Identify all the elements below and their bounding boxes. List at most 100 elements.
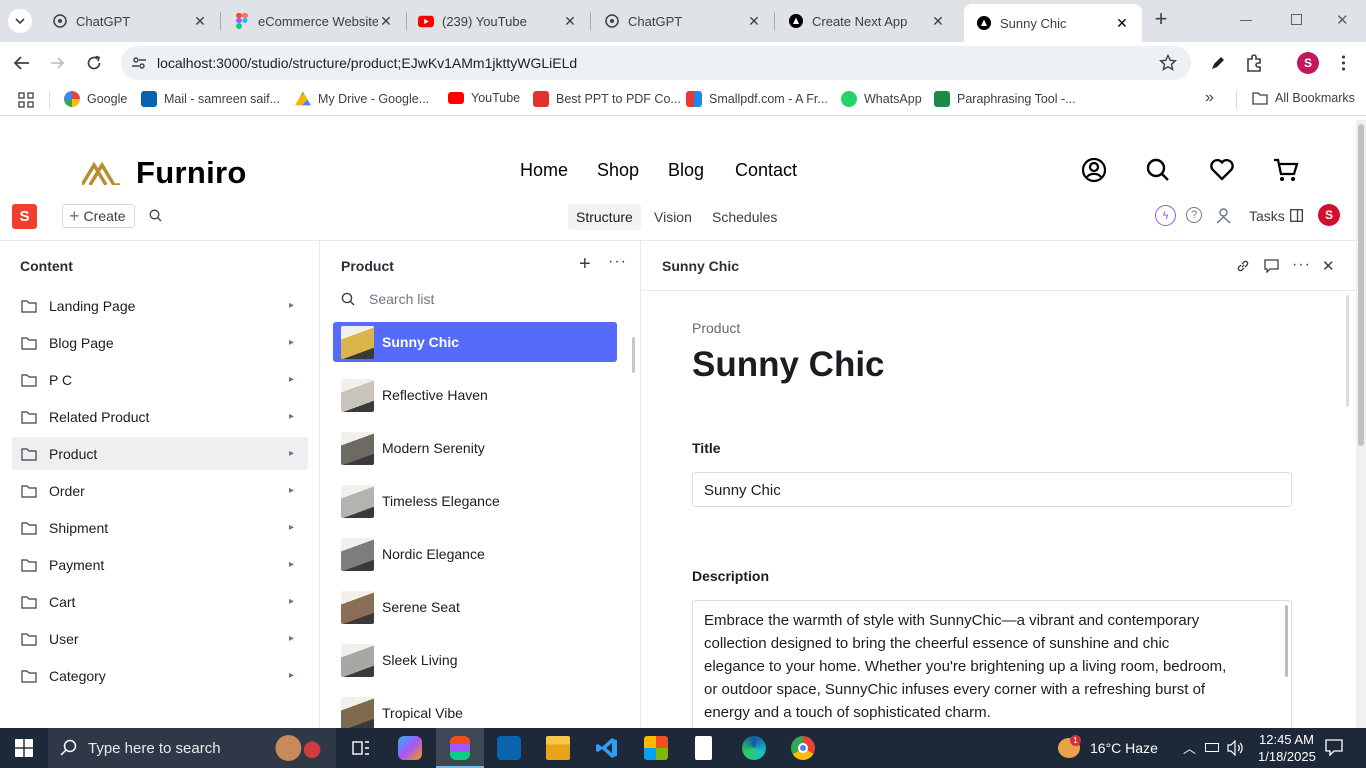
tasks-label[interactable]: Tasks (1249, 208, 1285, 224)
vscode-icon[interactable] (595, 736, 619, 760)
figma-app-icon[interactable] (450, 736, 470, 760)
browser-menu-icon[interactable] (1342, 54, 1345, 71)
browser-tab-1[interactable]: ChatGPT ✕ (40, 4, 220, 38)
pen-extension-icon[interactable] (1209, 54, 1227, 72)
search-icon[interactable] (1145, 157, 1171, 183)
comment-icon[interactable] (1264, 259, 1279, 273)
product-list-item[interactable]: Serene Seat (333, 587, 617, 627)
product-list-item[interactable]: Tropical Vibe (333, 693, 617, 728)
close-tab-icon[interactable]: ✕ (930, 13, 946, 29)
product-list-item[interactable]: Nordic Elegance (333, 534, 617, 574)
product-list-item[interactable]: Timeless Elegance (333, 481, 617, 521)
nav-link-contact[interactable]: Contact (735, 160, 797, 181)
presence-icon[interactable] (1215, 207, 1232, 224)
browser-tab-6[interactable]: Sunny Chic ✕ (964, 4, 1142, 42)
description-textarea[interactable]: Embrace the warmth of style with SunnyCh… (692, 600, 1292, 728)
content-item-category[interactable]: Category ▸ (12, 659, 308, 692)
link-icon[interactable] (1236, 259, 1250, 273)
document-menu-icon[interactable]: ··· (1292, 256, 1311, 274)
content-item-product[interactable]: Product ▸ (12, 437, 308, 470)
sanity-logo-icon[interactable]: S (12, 204, 37, 229)
account-icon[interactable] (1081, 157, 1107, 183)
textarea-scrollbar[interactable] (1285, 605, 1288, 677)
windows-start-icon[interactable] (15, 739, 33, 757)
search-icon[interactable] (149, 209, 162, 222)
apps-grid-icon[interactable] (18, 92, 34, 108)
battery-icon[interactable] (1205, 743, 1219, 752)
content-item-shipment[interactable]: Shipment ▸ (12, 511, 308, 544)
store-icon[interactable] (644, 736, 668, 760)
product-list-item[interactable]: Modern Serenity (333, 428, 617, 468)
close-tab-icon[interactable]: ✕ (192, 13, 208, 29)
clock-date[interactable]: 1/18/2025 (1258, 749, 1316, 764)
tab-structure[interactable]: Structure (568, 204, 641, 230)
browser-tab-5[interactable]: Create Next App ✕ (776, 4, 958, 38)
new-tab-button[interactable]: + (1150, 8, 1172, 31)
minimize-button[interactable] (1240, 20, 1252, 21)
taskbar-search[interactable]: Type here to search (48, 728, 336, 768)
copilot-icon[interactable] (398, 736, 422, 760)
back-arrow-icon[interactable] (13, 55, 30, 71)
star-icon[interactable] (1159, 54, 1177, 72)
tab-search-button[interactable] (8, 9, 32, 33)
close-tab-icon[interactable]: ✕ (562, 13, 578, 29)
close-window-button[interactable]: ✕ (1336, 11, 1349, 29)
weather-text[interactable]: 16°C Haze (1090, 740, 1158, 756)
heart-icon[interactable] (1209, 157, 1235, 183)
clock-time[interactable]: 12:45 AM (1259, 732, 1314, 747)
browser-profile-avatar[interactable]: S (1297, 52, 1319, 74)
more-options-icon[interactable]: ··· (608, 253, 627, 271)
bookmark-outlook[interactable]: Mail - samreen saif... (141, 91, 280, 107)
bookmark-youtube[interactable]: YouTube (448, 91, 520, 105)
close-tab-icon[interactable]: ✕ (378, 13, 394, 29)
bookmark-google[interactable]: Google (64, 91, 127, 107)
browser-tab-2[interactable]: eCommerce Website ✕ (222, 4, 406, 38)
content-item-payment[interactable]: Payment ▸ (12, 548, 308, 581)
forward-arrow-icon[interactable] (51, 56, 65, 70)
help-icon[interactable]: ? (1186, 207, 1202, 223)
chevron-up-icon[interactable]: ︿ (1183, 738, 1196, 757)
edge-icon[interactable] (742, 736, 766, 760)
add-document-icon[interactable]: + (579, 253, 591, 276)
content-item-user[interactable]: User ▸ (12, 622, 308, 655)
browser-tab-4[interactable]: ChatGPT ✕ (592, 4, 774, 38)
content-item-landing-page[interactable]: Landing Page ▸ (12, 289, 308, 322)
close-tab-icon[interactable]: ✕ (746, 13, 762, 29)
content-item-cart[interactable]: Cart ▸ (12, 585, 308, 618)
nav-link-shop[interactable]: Shop (597, 160, 639, 181)
product-list-item[interactable]: Sleek Living (333, 640, 617, 680)
outlook-app-icon[interactable] (497, 736, 521, 760)
bookmark-paraphrasing[interactable]: Paraphrasing Tool -... (934, 91, 1076, 107)
tab-vision[interactable]: Vision (646, 204, 700, 230)
page-scrollbar[interactable] (1356, 120, 1366, 728)
address-bar[interactable]: localhost:3000/studio/structure/product;… (121, 46, 1191, 80)
ai-assist-icon[interactable]: ϟ (1155, 205, 1176, 226)
content-item-order[interactable]: Order ▸ (12, 474, 308, 507)
title-input[interactable]: Sunny Chic (692, 472, 1292, 507)
page-scrollbar-thumb[interactable] (1358, 124, 1364, 446)
search-list-field[interactable]: Search list (333, 291, 434, 307)
user-avatar[interactable]: S (1318, 204, 1340, 226)
puzzle-icon[interactable] (1245, 54, 1264, 73)
tab-schedules[interactable]: Schedules (704, 204, 785, 230)
nav-link-home[interactable]: Home (520, 160, 568, 181)
product-list-item[interactable]: Reflective Haven (333, 375, 617, 415)
restore-button[interactable] (1291, 14, 1302, 25)
notifications-icon[interactable] (1325, 739, 1343, 756)
cart-icon[interactable] (1273, 157, 1299, 183)
volume-icon[interactable] (1227, 740, 1245, 756)
content-item-related-product[interactable]: Related Product ▸ (12, 400, 308, 433)
product-list-item[interactable]: Sunny Chic (333, 322, 617, 362)
close-pane-icon[interactable]: ✕ (1322, 257, 1335, 275)
content-item-p-c[interactable]: P C ▸ (12, 363, 308, 396)
nav-link-blog[interactable]: Blog (668, 160, 704, 181)
bookmark-smallpdf[interactable]: Smallpdf.com - A Fr... (686, 91, 828, 107)
bookmark-whatsapp[interactable]: WhatsApp (841, 91, 922, 107)
file-explorer-icon[interactable] (546, 736, 570, 760)
create-button[interactable]: + Create (62, 204, 135, 228)
content-item-blog-page[interactable]: Blog Page ▸ (12, 326, 308, 359)
reload-icon[interactable] (86, 55, 102, 71)
more-bookmarks-icon[interactable]: » (1205, 89, 1214, 107)
list-scrollbar[interactable] (632, 337, 635, 373)
document-file-icon[interactable] (695, 736, 712, 760)
